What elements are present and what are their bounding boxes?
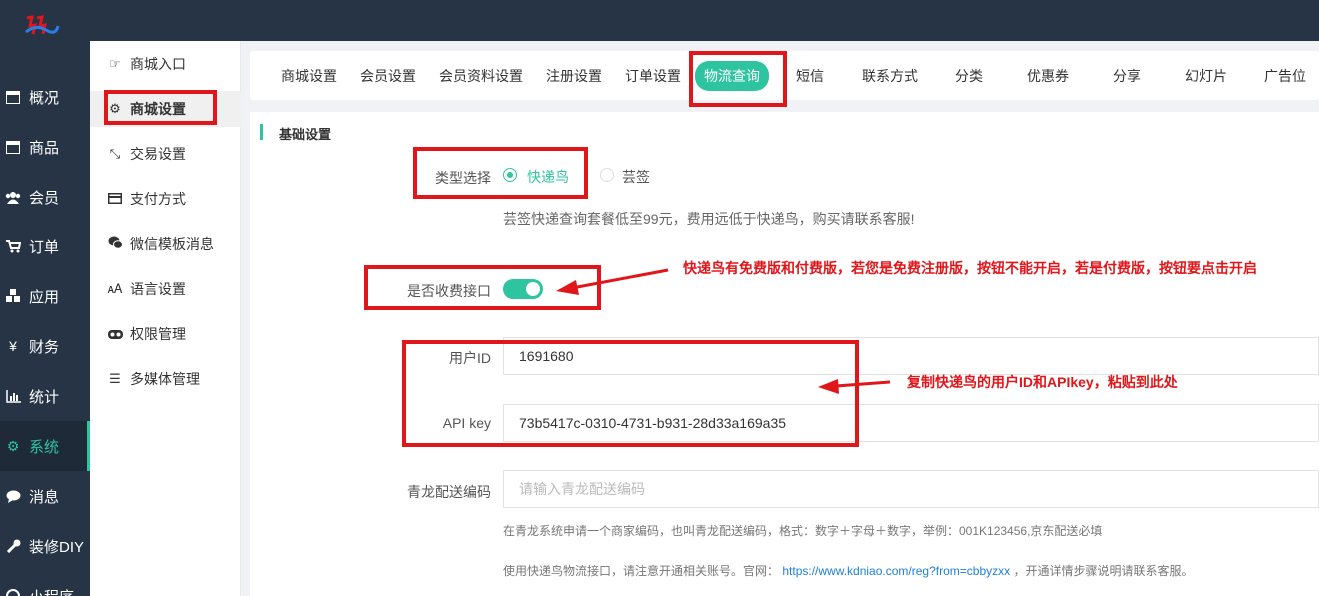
arrow-paid-toggle <box>556 268 669 295</box>
annotation-arrows <box>556 268 891 394</box>
arrow-credentials <box>818 379 891 394</box>
annotation-note-copy: 复制快递鸟的用户ID和APIkey，粘贴到此处 <box>907 374 1178 390</box>
annotation-note-paid: 快递鸟有免费版和付费版，若您是免费注册版，按钮不能开启，若是付费版，按钮要点击开… <box>683 260 1257 276</box>
